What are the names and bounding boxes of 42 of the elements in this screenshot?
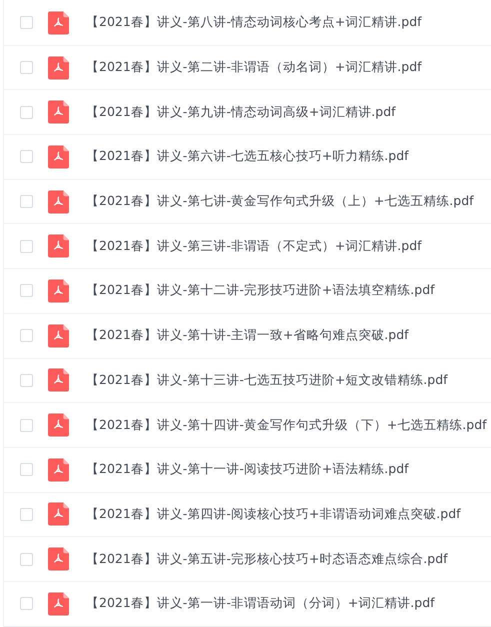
pdf-file-icon [48,190,69,214]
pdf-file-icon [48,547,69,572]
file-name[interactable]: 【2021春】讲义-第十一讲-阅读技巧进阶+语法精练.pdf [86,461,409,478]
file-name[interactable]: 【2021春】讲义-第十讲-主谓一致+省略句难点突破.pdf [86,327,409,344]
pdf-file-icon [48,10,69,35]
pdf-file-icon [48,368,69,392]
file-name[interactable]: 【2021春】讲义-第十四讲-黄金写作句式升级（下）+七选五精练.pdf [86,416,487,434]
file-name[interactable]: 【2021春】讲义-第一讲-非谓语动词（分词）+词汇精讲.pdf [86,595,435,612]
pdf-file-icon [48,324,69,348]
checkbox[interactable] [20,150,33,164]
checkbox[interactable] [20,374,33,387]
file-name[interactable]: 【2021春】讲义-第二讲-非谓语（动名词）+词汇精讲.pdf [86,59,422,76]
pdf-file-icon [48,100,69,124]
file-name[interactable]: 【2021春】讲义-第五讲-完形核心技巧+时态语态难点综合.pdf [86,550,448,568]
file-name[interactable]: 【2021春】讲义-第八讲-情态动词核心考点+词汇精讲.pdf [86,14,422,32]
file-name[interactable]: 【2021春】讲义-第三讲-非谓语（不定式）+词汇精讲.pdf [86,238,422,255]
pdf-file-icon [48,592,69,616]
checkbox[interactable] [20,240,33,253]
checkbox[interactable] [20,418,33,432]
checkbox[interactable] [20,463,33,476]
pdf-file-icon [48,144,69,169]
checkbox[interactable] [20,329,33,342]
pdf-file-icon [48,278,69,303]
file-name[interactable]: 【2021春】讲义-第六讲-七选五核心技巧+听力精练.pdf [86,148,409,166]
checkbox[interactable] [20,552,33,566]
checkbox[interactable] [20,508,33,521]
checkbox[interactable] [20,597,33,610]
pdf-file-icon [48,56,69,80]
pdf-file-icon [48,413,69,438]
file-name[interactable]: 【2021春】讲义-第十三讲-七选五技巧进阶+短文改错精练.pdf [86,372,448,389]
file-name[interactable]: 【2021春】讲义-第九讲-情态动词高级+词汇精讲.pdf [86,104,396,121]
checkbox[interactable] [20,284,33,298]
pdf-file-icon [48,502,69,526]
checkbox[interactable] [20,195,33,208]
file-name[interactable]: 【2021春】讲义-第十二讲-完形技巧进阶+语法填空精练.pdf [86,282,435,300]
file-name[interactable]: 【2021春】讲义-第七讲-黄金写作句式升级（上）+七选五精练.pdf [86,193,474,210]
file-name[interactable]: 【2021春】讲义-第四讲-阅读核心技巧+非谓语动词难点突破.pdf [86,506,461,523]
checkbox[interactable] [20,16,33,30]
checkbox[interactable] [20,61,33,74]
pdf-file-icon [48,234,69,258]
pdf-file-icon [48,458,69,482]
checkbox[interactable] [20,106,33,119]
